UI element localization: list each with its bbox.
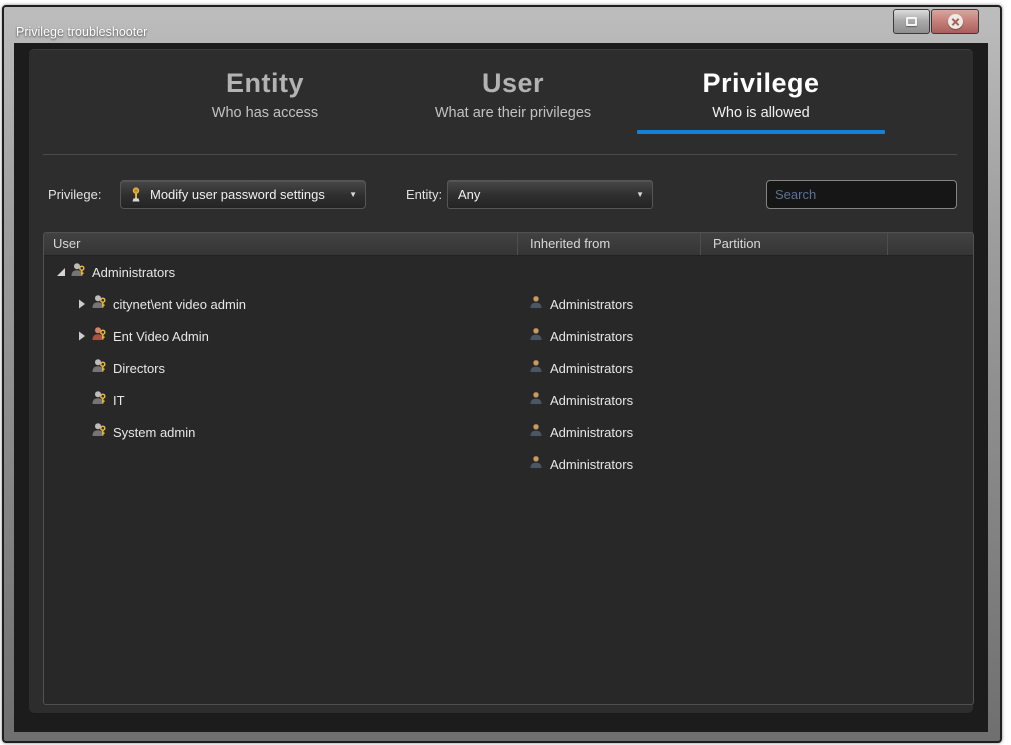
table-row[interactable]: citynet\ent video admin Administrators xyxy=(44,288,973,320)
user-group-icon xyxy=(91,294,107,315)
table-row[interactable]: Administrators xyxy=(44,256,973,288)
tab-entity[interactable]: Entity Who has access xyxy=(141,68,389,134)
tab-user-subtitle: What are their privileges xyxy=(389,105,637,121)
tab-privilege-subtitle: Who is allowed xyxy=(637,105,885,121)
close-button[interactable] xyxy=(931,9,979,34)
column-header-partition[interactable]: Partition xyxy=(700,233,887,255)
table-row[interactable]: IT Administrators xyxy=(44,384,973,416)
user-icon xyxy=(529,391,543,410)
tab-user[interactable]: User What are their privileges xyxy=(389,68,637,134)
privilege-dropdown[interactable]: Modify user password settings ▼ xyxy=(120,180,366,209)
entity-dropdown[interactable]: Any ▼ xyxy=(447,180,653,209)
tab-entity-subtitle: Who has access xyxy=(141,105,389,121)
maximize-icon xyxy=(906,17,917,26)
tab-bar: Entity Who has access User What are thei… xyxy=(141,68,885,134)
user-group-icon xyxy=(91,422,107,443)
main-panel: Entity Who has access User What are thei… xyxy=(29,49,973,713)
inherited-from-value: Administrators xyxy=(550,297,633,312)
table-row[interactable]: Administrators xyxy=(44,448,973,480)
user-name: Administrators xyxy=(92,265,175,280)
filter-bar: Privilege: Modify user password settings… xyxy=(29,180,973,210)
user-icon xyxy=(529,327,543,346)
user-group-red-icon xyxy=(91,326,107,347)
user-name: citynet\ent video admin xyxy=(113,297,246,312)
close-icon xyxy=(948,14,963,29)
entity-filter-label: Entity: xyxy=(406,187,442,202)
inherited-from-value: Administrators xyxy=(550,425,633,440)
privilege-key-icon xyxy=(129,187,143,202)
user-icon xyxy=(529,295,543,314)
expander-collapsed-icon[interactable] xyxy=(75,331,88,341)
window-content: Entity Who has access User What are thei… xyxy=(14,43,988,732)
user-group-icon xyxy=(70,262,86,283)
inherited-from-value: Administrators xyxy=(550,393,633,408)
tabs-divider xyxy=(43,154,957,155)
user-name: IT xyxy=(113,393,125,408)
column-header-inherited-from[interactable]: Inherited from xyxy=(517,233,700,255)
user-name: System admin xyxy=(113,425,195,440)
tab-privilege-title: Privilege xyxy=(637,68,885,99)
tab-user-underline xyxy=(389,130,637,134)
user-icon xyxy=(529,359,543,378)
titlebar[interactable]: Privilege troubleshooter xyxy=(4,7,1000,43)
entity-dropdown-value: Any xyxy=(458,187,480,202)
window-title: Privilege troubleshooter xyxy=(16,25,147,39)
tab-entity-underline xyxy=(141,130,389,134)
table-row[interactable]: System admin Administrators xyxy=(44,416,973,448)
user-group-icon xyxy=(91,390,107,411)
privilege-filter-label: Privilege: xyxy=(48,187,101,202)
user-name: Ent Video Admin xyxy=(113,329,209,344)
search-input[interactable] xyxy=(775,187,951,202)
user-name: Directors xyxy=(113,361,165,376)
chevron-down-icon: ▼ xyxy=(636,190,644,199)
tab-user-title: User xyxy=(389,68,637,99)
inherited-from-value: Administrators xyxy=(550,329,633,344)
chevron-down-icon: ▼ xyxy=(349,190,357,199)
inherited-from-value: Administrators xyxy=(550,457,633,472)
maximize-button[interactable] xyxy=(893,9,930,34)
table-row[interactable]: Ent Video Admin Administrators xyxy=(44,320,973,352)
search-box xyxy=(766,180,957,209)
column-header-extra xyxy=(887,233,973,255)
tab-privilege[interactable]: Privilege Who is allowed xyxy=(637,68,885,134)
user-icon xyxy=(529,423,543,442)
column-header-user[interactable]: User xyxy=(44,233,517,255)
tab-entity-title: Entity xyxy=(141,68,389,99)
expander-expanded-icon[interactable] xyxy=(54,267,67,277)
privilege-troubleshooter-window: Privilege troubleshooter Entity Who has … xyxy=(2,5,1002,743)
active-tab-indicator xyxy=(637,130,885,134)
results-table: User Inherited from Partition xyxy=(43,232,974,705)
user-icon xyxy=(529,455,543,474)
table-body: Administrators xyxy=(44,256,973,480)
table-row[interactable]: Directors Administrators xyxy=(44,352,973,384)
table-header: User Inherited from Partition xyxy=(44,233,973,256)
user-group-icon xyxy=(91,358,107,379)
expander-collapsed-icon[interactable] xyxy=(75,299,88,309)
inherited-from-value: Administrators xyxy=(550,361,633,376)
privilege-dropdown-value: Modify user password settings xyxy=(150,187,325,202)
